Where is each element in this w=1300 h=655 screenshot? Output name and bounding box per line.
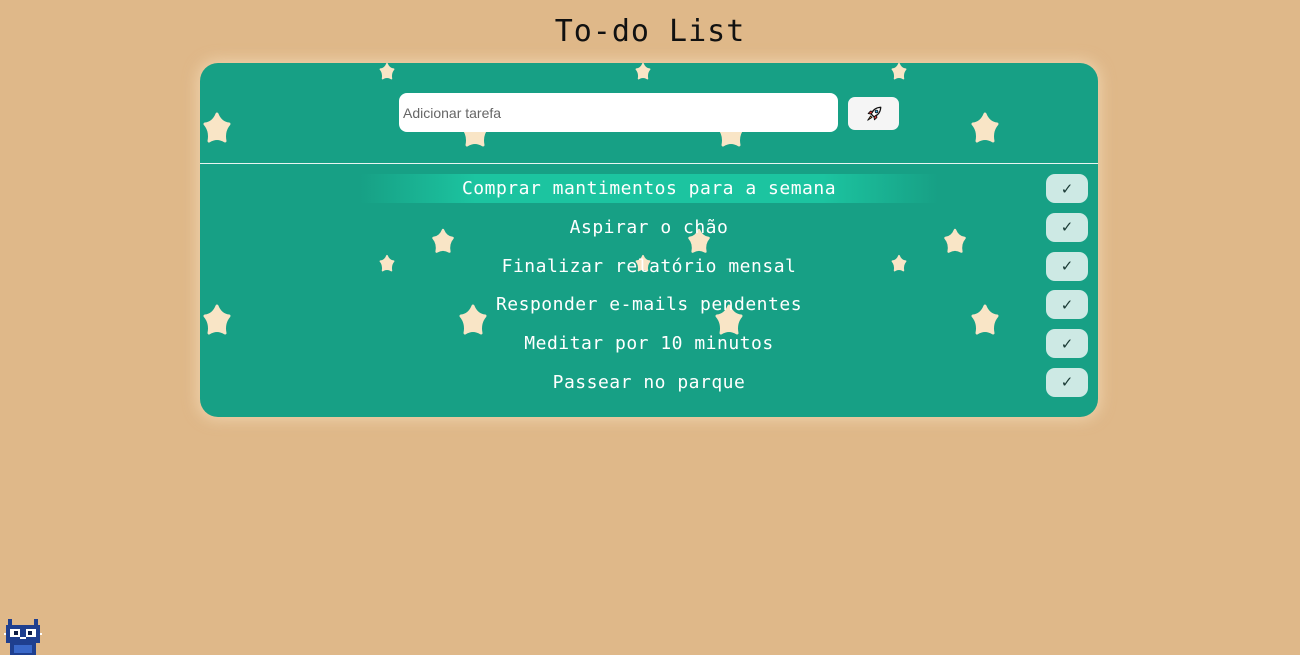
task-row: Meditar por 10 minutos ✓ bbox=[200, 324, 1098, 363]
task-input[interactable] bbox=[399, 93, 838, 132]
task-row: Passear no parque ✓ bbox=[200, 363, 1098, 402]
task-text[interactable]: Finalizar relatório mensal bbox=[360, 252, 938, 281]
complete-task-button[interactable]: ✓ bbox=[1046, 174, 1088, 203]
todo-card: Comprar mantimentos para a semana ✓ Aspi… bbox=[200, 63, 1098, 417]
task-text[interactable]: Meditar por 10 minutos bbox=[360, 329, 938, 358]
task-text[interactable]: Passear no parque bbox=[360, 368, 938, 397]
star-icon bbox=[379, 63, 395, 80]
add-task-button[interactable] bbox=[848, 97, 899, 130]
task-row: Finalizar relatório mensal ✓ bbox=[200, 247, 1098, 286]
task-text[interactable]: Responder e-mails pendentes bbox=[360, 290, 938, 319]
page-title: To-do List bbox=[554, 14, 746, 49]
pixel-cat-icon bbox=[4, 619, 42, 655]
task-list: Comprar mantimentos para a semana ✓ Aspi… bbox=[200, 169, 1098, 402]
rocket-icon bbox=[866, 106, 881, 121]
complete-task-button[interactable]: ✓ bbox=[1046, 329, 1088, 359]
task-row: Responder e-mails pendentes ✓ bbox=[200, 285, 1098, 324]
complete-task-button[interactable]: ✓ bbox=[1046, 251, 1088, 281]
star-icon bbox=[203, 112, 231, 143]
complete-task-button[interactable]: ✓ bbox=[1046, 290, 1088, 320]
star-icon bbox=[971, 112, 999, 143]
star-icon bbox=[635, 63, 651, 80]
divider bbox=[200, 163, 1098, 164]
task-text[interactable]: Comprar mantimentos para a semana bbox=[360, 174, 938, 203]
task-text[interactable]: Aspirar o chão bbox=[360, 213, 938, 242]
star-icon bbox=[891, 63, 907, 80]
task-row: Aspirar o chão ✓ bbox=[200, 208, 1098, 247]
complete-task-button[interactable]: ✓ bbox=[1046, 212, 1088, 242]
complete-task-button[interactable]: ✓ bbox=[1046, 367, 1088, 397]
task-row: Comprar mantimentos para a semana ✓ bbox=[200, 169, 1098, 208]
